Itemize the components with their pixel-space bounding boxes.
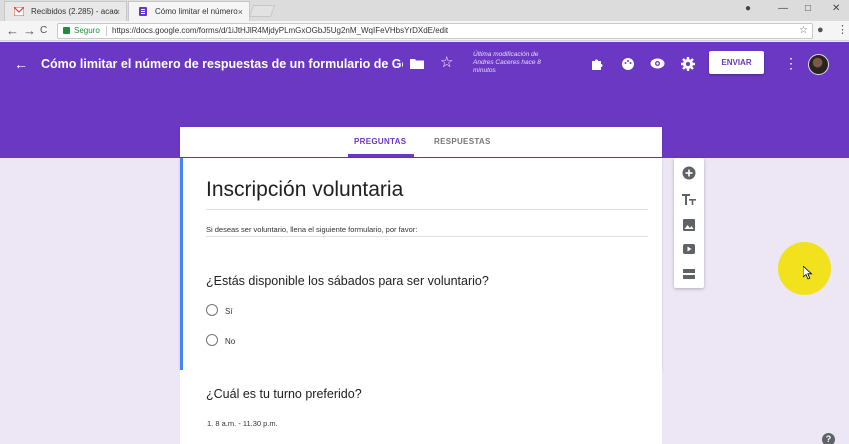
form-title[interactable]: Inscripción voluntaria [206,178,403,202]
new-tab-button[interactable] [248,5,276,17]
tab-close-icon[interactable]: × [238,2,243,21]
close-window-icon[interactable]: ✕ [832,3,840,14]
last-modified-text[interactable]: Última modificación de Andres Caceres ha… [473,51,553,75]
option-label: No [225,337,236,346]
maximize-icon[interactable]: □ [805,3,811,14]
forward-icon[interactable]: → [23,23,36,38]
browser-menu-icon[interactable]: ⋮ [837,23,848,38]
browser-toolbar: ← → C Seguro https://docs.google.com/for… [0,21,849,41]
add-section-icon[interactable] [682,267,696,281]
option-label: Sí [225,307,233,316]
more-options-icon[interactable]: ⋮ [784,56,798,70]
gmail-icon [14,7,24,16]
help-icon[interactable]: ? [822,433,835,444]
bookmark-star-icon[interactable]: ☆ [799,24,808,38]
mouse-cursor-icon [803,266,813,280]
divider [106,26,107,36]
add-question-icon[interactable] [682,166,696,180]
question-toolbar [674,158,704,288]
tab-questions[interactable]: PREGUNTAS [354,137,406,146]
radio-option-si[interactable] [206,304,218,316]
radio-option-no[interactable] [206,334,218,346]
forms-top-bar: ← Cómo limitar el número de respuestas d… [0,42,849,86]
active-tab-indicator [348,154,414,157]
document-title[interactable]: Cómo limitar el número de respuestas de … [41,57,403,71]
form-card: Inscripción voluntaria Si deseas ser vol… [180,158,662,370]
send-button[interactable]: ENVIAR [709,51,764,74]
tab-responses[interactable]: RESPUESTAS [434,137,491,146]
settings-gear-icon[interactable] [681,57,695,71]
secure-label: Seguro [74,26,100,35]
tab-close-icon[interactable]: × [115,2,120,21]
add-image-icon[interactable] [682,218,696,232]
back-icon[interactable]: ← [6,23,19,38]
add-video-icon[interactable] [682,242,696,256]
question-card [180,370,662,444]
address-bar[interactable]: Seguro https://docs.google.com/forms/d/1… [57,23,813,39]
form-tabs-bar: PREGUNTAS RESPUESTAS [180,127,662,157]
url-text[interactable]: https://docs.google.com/forms/d/1iJtHJlR… [112,24,448,38]
avatar[interactable] [808,54,829,75]
browser-tab-forms[interactable]: Cómo limitar el número × [128,1,250,21]
palette-icon[interactable] [621,57,635,71]
addons-puzzle-icon[interactable] [590,57,604,71]
account-icon[interactable]: ● [745,3,751,14]
reload-icon[interactable]: C [40,23,47,38]
folder-icon[interactable] [410,58,424,69]
lock-icon [63,27,70,34]
option-label[interactable]: 1. 8 a.m. - 11.30 p.m. [207,419,278,428]
minimize-icon[interactable]: — [778,3,788,14]
add-title-icon[interactable] [682,193,696,207]
browser-tab-strip: Recibidos (2.285) - acac × Cómo limitar … [0,0,849,21]
form-description[interactable]: Si deseas ser voluntario, llena el sigui… [206,225,417,234]
browser-tab-title: Cómo limitar el número [155,7,238,16]
question-title[interactable]: ¿Estás disponible los sábados para ser v… [206,274,489,288]
extension-icon[interactable]: ● [817,23,824,38]
divider [206,209,648,210]
forms-icon [139,7,147,16]
focus-accent-bar [180,158,183,370]
preview-eye-icon[interactable] [650,58,665,69]
star-icon[interactable]: ☆ [440,55,453,70]
back-arrow-icon[interactable]: ← [14,57,28,71]
browser-tab-gmail[interactable]: Recibidos (2.285) - acac × [4,1,127,21]
question-title[interactable]: ¿Cuál es tu turno preferido? [206,387,362,401]
divider [206,236,648,237]
browser-tab-title: Recibidos (2.285) - acac [31,7,118,16]
